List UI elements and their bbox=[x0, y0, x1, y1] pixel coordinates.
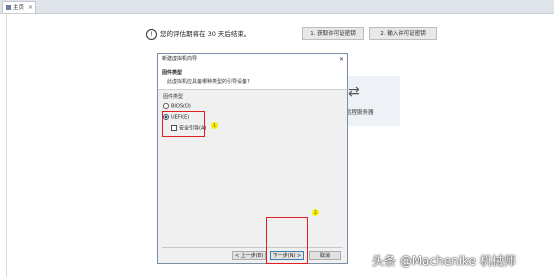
bios-label: BIOS(O) bbox=[171, 103, 191, 110]
close-icon[interactable]: ✕ bbox=[339, 54, 344, 65]
watermark: 头条 @Machenike 机械师 bbox=[372, 254, 516, 268]
dialog-separator bbox=[162, 247, 343, 248]
tab-bar: 主页 × bbox=[0, 0, 554, 14]
evaluation-text: 您的评估期将在 30 天后结束。 bbox=[160, 30, 251, 38]
evaluation-notice: ! 您的评估期将在 30 天后结束。 bbox=[146, 28, 250, 40]
dialog-titlebar: 新建虚拟机向导 ✕ bbox=[158, 54, 347, 65]
page-heading: 固件类型 bbox=[162, 70, 183, 76]
back-button[interactable]: < 上一步(B) bbox=[232, 251, 266, 260]
remote-server-label: 远程服务器 bbox=[346, 110, 374, 116]
cancel-button[interactable]: 取消 bbox=[309, 251, 341, 260]
remote-server-card[interactable]: ⇄ 远程服务器 bbox=[340, 76, 400, 126]
new-vm-wizard-dialog: 新建虚拟机向导 ✕ 固件类型 此虚拟机应具备哪种类型的引导设备? 固件类型 BI… bbox=[157, 53, 348, 264]
get-license-button[interactable]: 1. 获取许可证密钥 bbox=[302, 27, 364, 40]
firmware-section-label: 固件类型 bbox=[163, 94, 184, 100]
step-marker-1: 1 bbox=[211, 122, 218, 129]
home-icon bbox=[6, 5, 11, 10]
info-icon: ! bbox=[146, 28, 157, 40]
highlight-box-next bbox=[266, 217, 308, 264]
bios-radio[interactable]: BIOS(O) bbox=[163, 103, 191, 110]
tab-close-icon[interactable]: × bbox=[28, 2, 33, 14]
radio-icon bbox=[163, 103, 169, 109]
left-divider bbox=[6, 14, 7, 277]
transfer-icon: ⇄ bbox=[348, 84, 360, 100]
dialog-header: 固件类型 此虚拟机应具备哪种类型的引导设备? bbox=[158, 65, 347, 90]
tab-home[interactable]: 主页 × bbox=[2, 1, 36, 13]
tab-label: 主页 bbox=[13, 5, 25, 11]
dialog-title: 新建虚拟机向导 bbox=[162, 56, 198, 62]
enter-license-button[interactable]: 2. 输入许可证密钥 bbox=[369, 27, 437, 40]
step-marker-2: 2 bbox=[312, 209, 319, 216]
page-subheading: 此虚拟机应具备哪种类型的引导设备? bbox=[167, 79, 250, 85]
highlight-box-firmware bbox=[162, 111, 205, 137]
